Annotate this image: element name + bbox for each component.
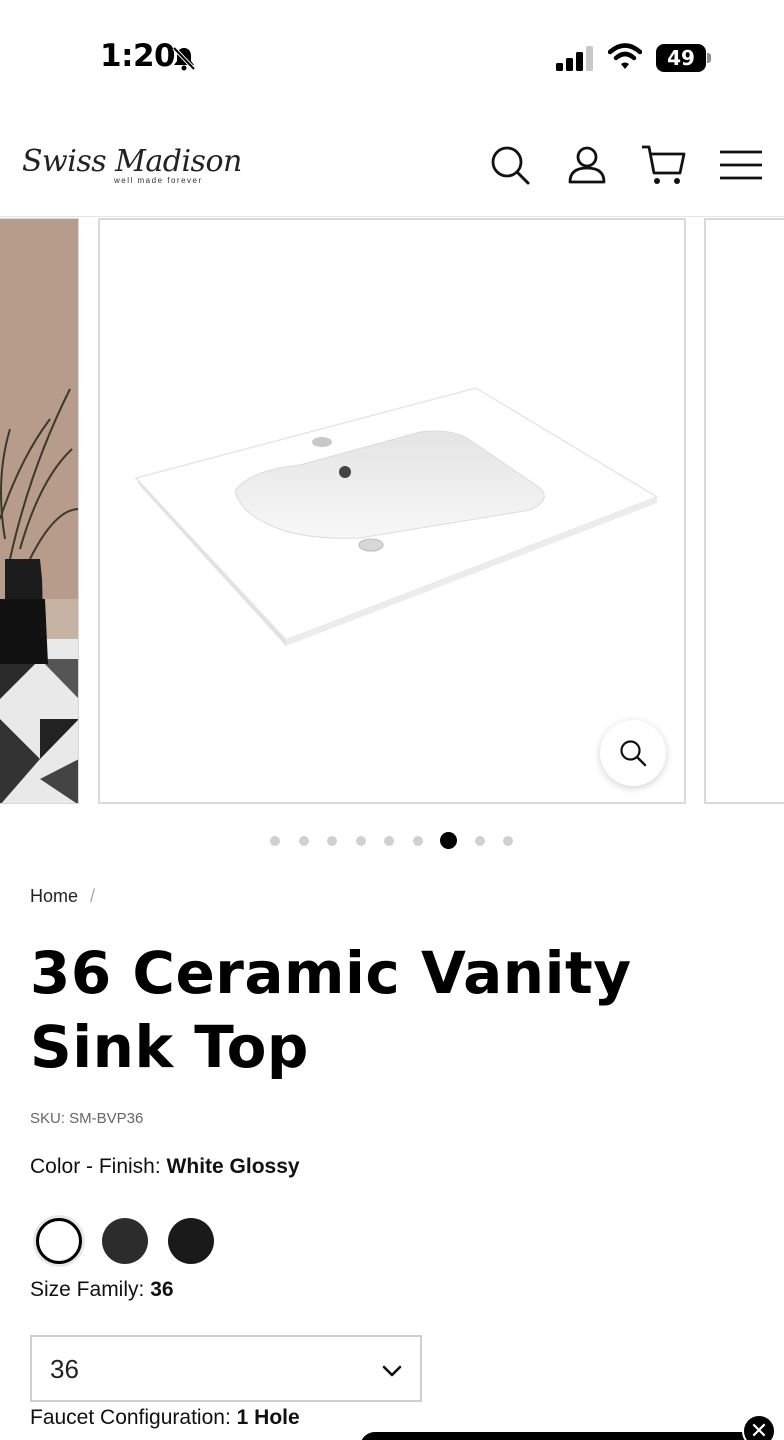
gallery-slide-previous[interactable] xyxy=(0,218,79,804)
cart-button[interactable] xyxy=(640,142,686,188)
color-swatch-1[interactable] xyxy=(36,1218,82,1264)
gallery-slide-active[interactable] xyxy=(98,218,686,804)
pagination-dot-active[interactable] xyxy=(440,832,457,849)
pagination-dot[interactable] xyxy=(503,836,513,846)
size-family-caption: Size Family: xyxy=(30,1278,145,1301)
size-select[interactable]: 36 xyxy=(30,1335,422,1402)
pagination-dot[interactable] xyxy=(270,836,280,846)
status-bar: 1:20 49 xyxy=(0,0,784,110)
zoom-button[interactable] xyxy=(600,720,666,786)
close-popup-button[interactable]: ✕ xyxy=(742,1414,776,1440)
faucet-configuration-value: 1 Hole xyxy=(236,1406,300,1429)
size-select-value: 36 xyxy=(50,1354,79,1384)
battery-indicator: 49 xyxy=(656,44,712,72)
logo-text: Swiss Madison xyxy=(22,144,242,179)
cart-icon xyxy=(642,145,686,184)
color-finish-label: Color - Finish: White Glossy xyxy=(30,1155,300,1179)
search-button[interactable] xyxy=(487,142,533,188)
pagination-dot[interactable] xyxy=(384,836,394,846)
wifi-icon xyxy=(607,42,643,72)
size-family-label: Size Family: 36 xyxy=(30,1278,174,1302)
color-finish-caption: Color - Finish: xyxy=(30,1155,161,1178)
color-finish-value: White Glossy xyxy=(166,1155,300,1178)
menu-icon xyxy=(720,150,762,180)
logo-tagline: well made forever xyxy=(114,176,203,185)
gallery-slide-next[interactable] xyxy=(704,218,784,804)
size-family-value: 36 xyxy=(150,1278,174,1301)
account-icon xyxy=(568,146,606,184)
menu-button[interactable] xyxy=(718,142,764,188)
breadcrumb-separator: / xyxy=(90,886,96,906)
pagination-dot[interactable] xyxy=(298,836,309,846)
faucet-configuration-caption: Faucet Configuration: xyxy=(30,1406,231,1429)
sink-product-image xyxy=(134,387,659,646)
product-sku: SKU: SM-BVP36 xyxy=(30,1110,144,1127)
faucet-configuration-label: Faucet Configuration: 1 Hole xyxy=(30,1406,300,1430)
brand-logo[interactable]: Swiss Madison well made forever xyxy=(22,144,242,185)
close-icon: ✕ xyxy=(749,1418,769,1440)
pagination-dot[interactable] xyxy=(327,836,337,846)
status-time: 1:20 xyxy=(100,38,176,74)
pagination-dot[interactable] xyxy=(355,836,366,846)
battery-level: 49 xyxy=(667,46,695,70)
account-button[interactable] xyxy=(564,142,610,188)
zoom-icon xyxy=(620,740,647,767)
bell-slash-icon xyxy=(170,44,198,72)
sticky-add-to-cart-bar[interactable] xyxy=(360,1432,760,1440)
pagination-dot[interactable] xyxy=(474,836,485,846)
breadcrumb-home-link[interactable]: Home xyxy=(30,886,78,906)
product-title: 36 Ceramic Vanity Sink Top xyxy=(30,939,632,1081)
lifestyle-image xyxy=(0,219,78,803)
site-header: Swiss Madison well made forever xyxy=(0,120,784,217)
cellular-signal-icon xyxy=(556,44,596,72)
gallery-pagination xyxy=(0,832,784,850)
search-icon xyxy=(491,146,530,185)
chevron-down-icon xyxy=(382,1365,402,1377)
product-gallery[interactable] xyxy=(0,218,784,806)
pagination-dot[interactable] xyxy=(412,836,423,846)
color-swatch-3[interactable] xyxy=(168,1218,214,1264)
breadcrumb: Home / xyxy=(30,886,95,907)
color-swatch-2[interactable] xyxy=(102,1218,148,1264)
